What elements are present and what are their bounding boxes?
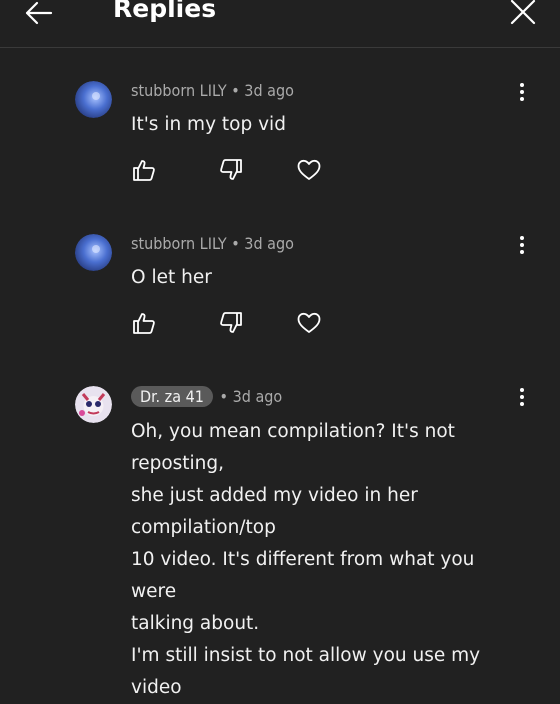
comment-text-line: Oh, you mean compilation? It's not repos… [131,421,455,474]
thumbs-up-icon [133,313,155,334]
comment-text-line: talking about. [131,613,260,634]
comment-text-line: I'm still insist to not allow you use my… [131,645,481,698]
heart-button[interactable] [296,157,322,183]
thumbs-down-icon [220,312,242,333]
meta-separator: • [219,387,229,406]
dislike-button[interactable] [218,310,244,336]
heart-icon [297,159,321,180]
page-title: Replies [113,0,217,23]
comment-meta: stubborn LILY • 3d ago [131,81,294,100]
avatar[interactable] [75,81,112,118]
avatar[interactable] [75,386,112,423]
comment-text: O let her [131,267,212,288]
comment-meta: Dr. za 41 • 3d ago [131,386,282,407]
comment-text: It's in my top vid [131,114,286,135]
more-vertical-icon [520,388,524,406]
more-options-button[interactable] [514,386,530,410]
comment-author[interactable]: stubborn LILY [131,234,227,253]
close-icon [510,0,536,25]
meta-separator: • [231,81,240,100]
avatar[interactable] [75,234,112,271]
comment-time: 3d ago [232,387,283,406]
replies-header: Replies [0,0,560,48]
thumbs-down-icon [220,159,242,180]
close-button[interactable] [508,0,538,27]
comment-time: 3d ago [244,234,294,253]
heart-button[interactable] [296,310,322,336]
more-vertical-icon [520,83,524,101]
comment-text: Oh, you mean compilation? It's not repos… [131,416,521,704]
more-options-button[interactable] [514,234,530,258]
creator-author-badge[interactable]: Dr. za 41 [131,386,213,407]
like-button[interactable] [131,157,157,183]
arrow-left-icon [25,1,53,25]
heart-icon [297,312,321,333]
comment-time: 3d ago [244,81,294,100]
like-button[interactable] [131,310,157,336]
comment-text-line: 10 video. It's different from what you w… [131,549,475,602]
comment-text-line: she just added my video in her compilati… [131,485,418,538]
thumbs-up-icon [133,160,155,181]
comment-meta: stubborn LILY • 3d ago [131,234,294,253]
meta-separator: • [231,234,240,253]
more-vertical-icon [520,236,524,254]
more-options-button[interactable] [514,81,530,105]
dislike-button[interactable] [218,157,244,183]
back-button[interactable] [22,0,56,30]
comment-author[interactable]: stubborn LILY [131,81,227,100]
